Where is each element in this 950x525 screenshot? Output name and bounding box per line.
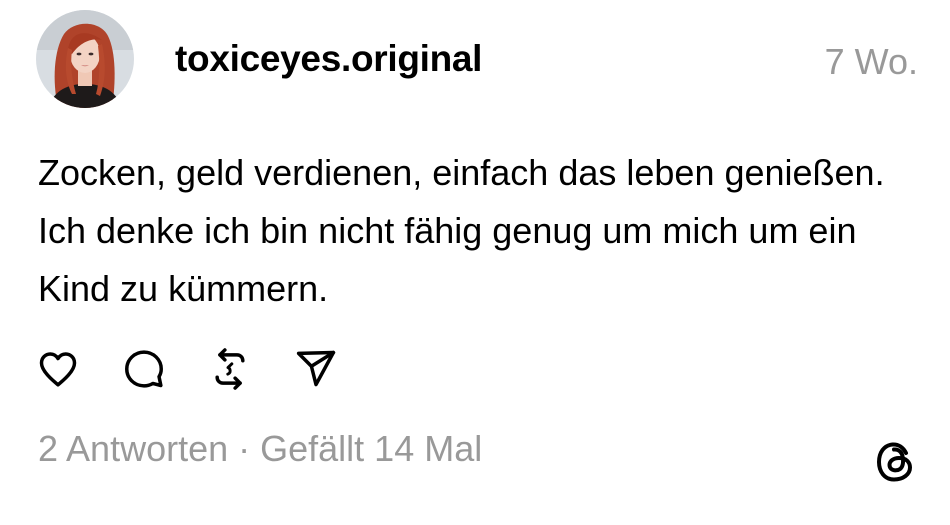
repost-icon — [215, 348, 245, 390]
like-button[interactable] — [36, 347, 80, 391]
stats-separator: · — [228, 428, 261, 469]
share-icon — [296, 350, 336, 387]
reply-button[interactable] — [122, 347, 166, 391]
threads-post: toxiceyes.original 7 Wo. Zocken, geld ve… — [0, 0, 950, 525]
post-timestamp: 7 Wo. — [824, 41, 918, 82]
heart-icon — [39, 352, 77, 387]
replies-count-link[interactable]: 2 Antworten — [38, 428, 228, 469]
action-bar — [36, 346, 338, 392]
threads-logo[interactable] — [872, 438, 920, 486]
likes-count-link[interactable]: Gefällt 14 Mal — [260, 428, 482, 469]
share-button[interactable] — [294, 347, 338, 391]
repost-button[interactable] — [208, 347, 252, 391]
post-stats: 2 Antworten · Gefällt 14 Mal — [38, 428, 482, 470]
comment-icon — [125, 350, 163, 388]
post-text: Zocken, geld verdienen, einfach das lebe… — [38, 152, 885, 309]
avatar[interactable] — [36, 10, 134, 108]
threads-logo-icon — [876, 442, 913, 482]
avatar-image — [36, 10, 134, 108]
username-link[interactable]: toxiceyes.original — [175, 38, 482, 80]
